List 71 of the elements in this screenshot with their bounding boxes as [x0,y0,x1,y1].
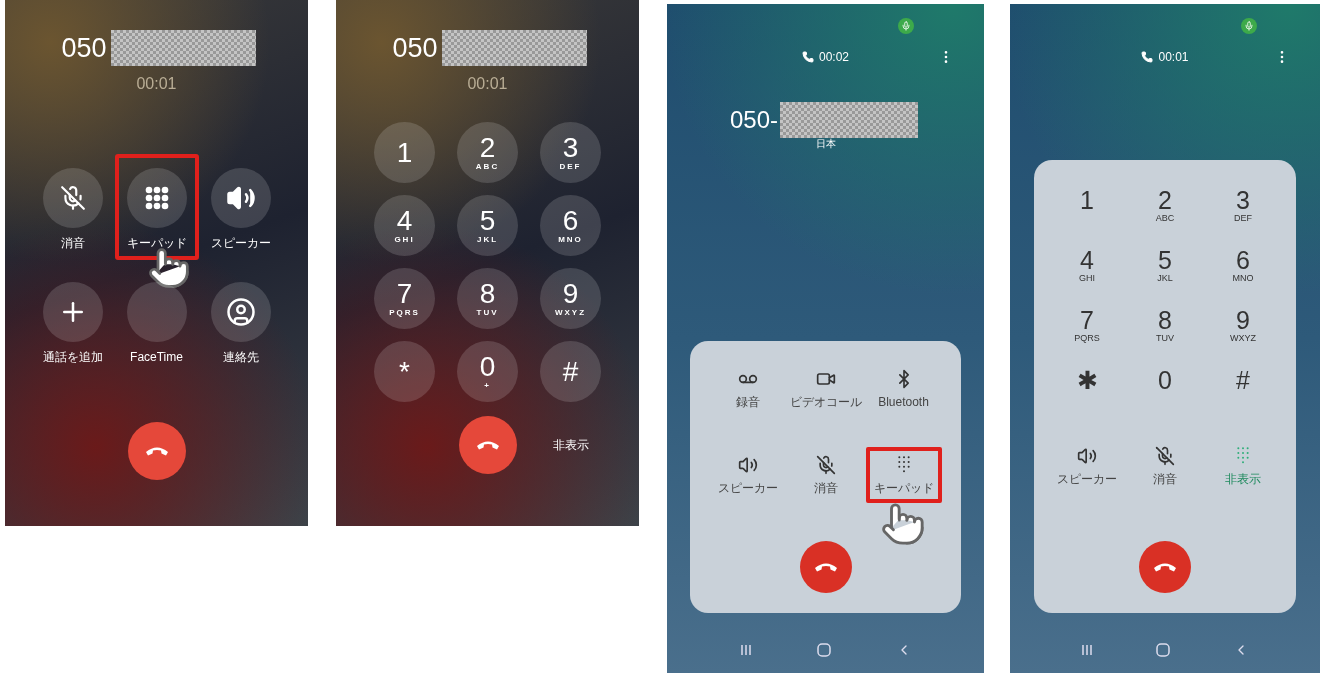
dial-key[interactable]: 2 ABC [1135,188,1195,234]
call-option-button[interactable]: 録音 [709,361,786,417]
hide-keypad-button[interactable]: 非表示 [552,436,589,454]
recent-apps-icon[interactable] [739,644,752,656]
call-option-button[interactable]: 消音 [30,154,115,260]
dial-key[interactable]: 8 TUV [457,268,518,329]
keypad-icon [1236,446,1250,465]
call-timer: 00:01 [136,74,177,94]
microphone-indicator-icon [898,18,914,34]
dial-key[interactable]: 1 [374,122,435,183]
dial-key[interactable]: 2 ABC [457,122,518,183]
dial-key[interactable]: 0 + [457,341,518,402]
hang-up-icon [813,562,838,572]
country-label: 日本 [815,137,836,151]
call-option-button[interactable]: スピーカー [1049,438,1125,494]
home-icon[interactable] [1156,643,1170,657]
dial-key[interactable]: * [374,341,435,402]
mic-off-icon [59,185,86,211]
call-option-button[interactable]: スピーカー [198,154,283,260]
call-option-button[interactable]: ビデオコール [787,361,864,417]
call-timer: 00:01 [1158,49,1189,66]
dial-key[interactable]: 8 TUV [1135,308,1195,354]
mic-off-icon [1155,445,1175,466]
speaker-icon [1077,445,1097,466]
phone-number: 050- [730,108,779,132]
mic-off-icon [815,454,836,475]
dial-key[interactable]: # [1213,368,1273,414]
hand-pointer-icon [879,501,926,547]
dial-key[interactable]: 7 PQRS [1057,308,1117,354]
hang-up-icon [1153,562,1177,572]
dial-key[interactable]: 9 WXYZ [540,268,601,329]
call-timer: 00:01 [467,74,508,94]
phone-icon [802,51,814,63]
keypad-icon [896,455,911,474]
dial-key[interactable]: 6 MNO [1213,248,1273,294]
dial-key[interactable]: 6 MNO [540,195,601,256]
call-option-button[interactable]: 消音 [787,447,864,503]
dial-key[interactable]: 5 JKL [457,195,518,256]
dial-key[interactable]: 3 DEF [540,122,601,183]
end-call-button[interactable] [799,541,852,593]
call-option-button[interactable]: 消音 [1127,438,1203,494]
contact-icon [225,297,256,327]
call-option-button[interactable]: FaceTime [114,268,199,374]
dial-key[interactable]: 7 PQRS [374,268,435,329]
end-call-button[interactable] [127,422,186,480]
recent-apps-icon[interactable] [1081,644,1094,656]
call-option-button[interactable]: Bluetooth [865,361,942,417]
end-call-button[interactable] [458,416,517,474]
hang-up-icon [144,446,169,456]
end-call-button[interactable] [1139,541,1191,593]
call-option-button[interactable]: スピーカー [709,447,786,503]
dial-key[interactable]: 0 [1135,368,1195,414]
dial-key[interactable]: 5 JKL [1135,248,1195,294]
keypad-icon [144,186,169,210]
phone-icon [1141,51,1154,63]
call-option-button[interactable]: 連絡先 [198,268,283,374]
microphone-indicator-icon [1241,18,1257,34]
home-icon[interactable] [816,643,831,657]
dial-key[interactable]: 4 GHI [1057,248,1117,294]
phone-number: 050 [61,34,107,62]
dial-key[interactable]: # [540,341,601,402]
call-option-button[interactable]: 通話を追加 [30,268,115,374]
dial-key[interactable]: 4 GHI [374,195,435,256]
dial-key[interactable]: 9 WXYZ [1213,308,1273,354]
call-timer: 00:02 [819,49,849,66]
dial-key[interactable]: 3 DEF [1213,188,1273,234]
phone-number: 050 [392,34,438,62]
speaker-icon [737,454,758,475]
dial-key[interactable]: 1 [1057,188,1117,234]
dial-key[interactable]: ✱ [1057,368,1117,414]
hang-up-icon [475,440,500,450]
